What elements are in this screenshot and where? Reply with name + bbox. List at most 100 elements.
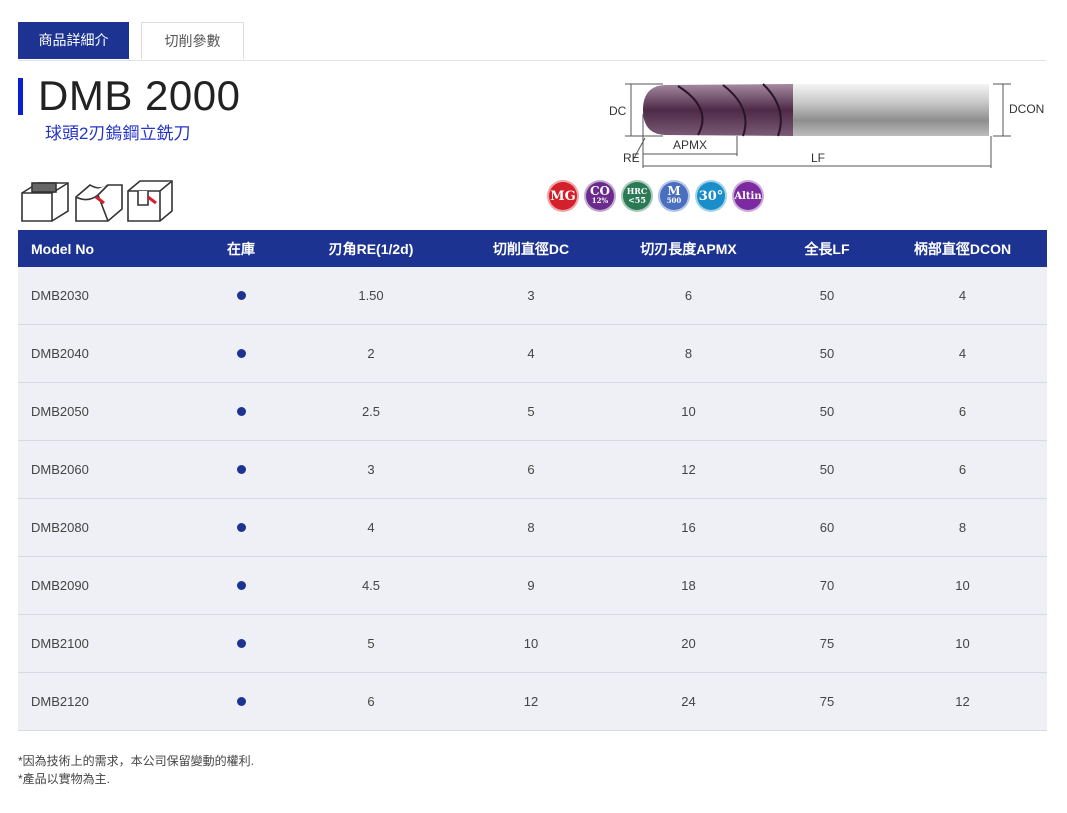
table-row: DMB2040 2 4 8 50 4 (18, 324, 1047, 383)
cell-lf: 75 (776, 614, 878, 673)
header-dcon: 柄部直徑DCON (878, 230, 1047, 267)
cell-apmx: 18 (601, 556, 776, 615)
cell-lf: 60 (776, 498, 878, 557)
in-stock-dot-icon (236, 465, 246, 474)
cell-apmx: 24 (601, 672, 776, 731)
cell-re: 4 (281, 498, 461, 557)
cell-dcon: 12 (878, 672, 1047, 731)
cell-re: 4.5 (281, 556, 461, 615)
table-row: DMB2030 1.50 3 6 50 4 (18, 267, 1047, 325)
table-row: DMB2100 5 10 20 75 10 (18, 614, 1047, 673)
tab-cutting-parameters[interactable]: 切削參數 (141, 22, 244, 59)
cell-model-no: DMB2080 (18, 498, 201, 557)
cell-stock (201, 614, 281, 673)
product-title: DMB 2000 (38, 72, 241, 119)
cell-lf: 50 (776, 382, 878, 441)
cell-stock (201, 556, 281, 615)
header-dc: 切削直徑DC (461, 230, 601, 267)
co-badge-icon: CO 12% (584, 180, 616, 212)
header-model-no: Model No (18, 230, 201, 267)
cell-re: 5 (281, 614, 461, 673)
cell-dcon: 6 (878, 382, 1047, 441)
in-stock-dot-icon (236, 581, 246, 590)
cell-stock (201, 440, 281, 499)
table-row: DMB2080 4 8 16 60 8 (18, 498, 1047, 557)
cell-re: 1.50 (281, 267, 461, 325)
label-re: RE (623, 151, 640, 165)
cell-dcon: 8 (878, 498, 1047, 557)
cell-dcon: 4 (878, 324, 1047, 383)
cell-dcon: 6 (878, 440, 1047, 499)
in-stock-dot-icon (236, 291, 246, 300)
title-accent-bar (18, 78, 23, 115)
cell-lf: 70 (776, 556, 878, 615)
tool-shank-shape (789, 84, 989, 136)
in-stock-dot-icon (236, 407, 246, 416)
header-stock: 在庫 (201, 230, 281, 267)
spec-table: Model No 在庫 刃角RE(1/2d) 切削直徑DC 切刃長度APMX 全… (18, 230, 1047, 731)
footnotes: *因為技術上的需求，本公司保留變動的權利. *產品以實物為主. (18, 752, 254, 788)
cell-lf: 50 (776, 440, 878, 499)
tab-bar: 商品詳細介紹 切削參數 (18, 22, 1046, 85)
table-row: DMB2090 4.5 9 18 70 10 (18, 556, 1047, 615)
cell-lf: 50 (776, 324, 878, 383)
footnote-rights: *因為技術上的需求，本公司保留變動的權利. (18, 754, 255, 768)
application-icons (21, 180, 173, 222)
cell-re: 3 (281, 440, 461, 499)
cell-stock (201, 672, 281, 731)
cell-apmx: 16 (601, 498, 776, 557)
cell-lf: 75 (776, 672, 878, 731)
product-subtitle: 球頭2刃鎢鋼立銑刀 (45, 124, 191, 143)
label-lf: LF (811, 151, 825, 165)
label-dcon: DCON (1009, 102, 1044, 116)
table-header-row: Model No 在庫 刃角RE(1/2d) 切削直徑DC 切刃長度APMX 全… (18, 230, 1047, 267)
m-badge-icon: M 500 (658, 180, 690, 212)
header-re: 刃角RE(1/2d) (281, 230, 461, 267)
table-row: DMB2060 3 6 12 50 6 (18, 440, 1047, 499)
cell-dc: 5 (461, 382, 601, 441)
cell-re: 6 (281, 672, 461, 731)
coating-badges: MG CO 12% HRC <55 M 500 30° Altin (547, 180, 764, 212)
mg-badge-icon: MG (547, 180, 579, 212)
tool-dimension-diagram: DC DCON APMX RE LF (609, 83, 1044, 168)
cell-apmx: 10 (601, 382, 776, 441)
cell-dcon: 4 (878, 267, 1047, 325)
cell-re: 2 (281, 324, 461, 383)
label-dc: DC (609, 104, 627, 118)
cell-model-no: DMB2050 (18, 382, 201, 441)
hrc-badge-icon: HRC <55 (621, 180, 653, 212)
cell-apmx: 6 (601, 267, 776, 325)
cell-apmx: 20 (601, 614, 776, 673)
cell-apmx: 8 (601, 324, 776, 383)
cell-dc: 3 (461, 267, 601, 325)
cell-stock (201, 382, 281, 441)
altin-badge-icon: Altin (732, 180, 764, 212)
footnote-product: *產品以實物為主. (18, 772, 111, 786)
cell-lf: 50 (776, 267, 878, 325)
header-apmx: 切刃長度APMX (601, 230, 776, 267)
cell-stock (201, 324, 281, 383)
cell-model-no: DMB2120 (18, 672, 201, 731)
in-stock-dot-icon (236, 697, 246, 706)
cell-dc: 10 (461, 614, 601, 673)
cell-dc: 8 (461, 498, 601, 557)
helix-30-badge-icon: 30° (695, 180, 727, 212)
contour-milling-icon (75, 184, 123, 222)
header-lf: 全長LF (776, 230, 878, 267)
in-stock-dot-icon (236, 523, 246, 532)
face-milling-icon (21, 182, 69, 222)
cell-apmx: 12 (601, 440, 776, 499)
cell-stock (201, 267, 281, 325)
cell-re: 2.5 (281, 382, 461, 441)
cell-dc: 4 (461, 324, 601, 383)
in-stock-dot-icon (236, 349, 246, 358)
cell-model-no: DMB2090 (18, 556, 201, 615)
cell-model-no: DMB2100 (18, 614, 201, 673)
cell-model-no: DMB2030 (18, 267, 201, 325)
table-row: DMB2050 2.5 5 10 50 6 (18, 382, 1047, 441)
tab-product-details[interactable]: 商品詳細介紹 (18, 22, 129, 85)
cell-dc: 6 (461, 440, 601, 499)
in-stock-dot-icon (236, 639, 246, 648)
cell-model-no: DMB2060 (18, 440, 201, 499)
cell-dcon: 10 (878, 614, 1047, 673)
